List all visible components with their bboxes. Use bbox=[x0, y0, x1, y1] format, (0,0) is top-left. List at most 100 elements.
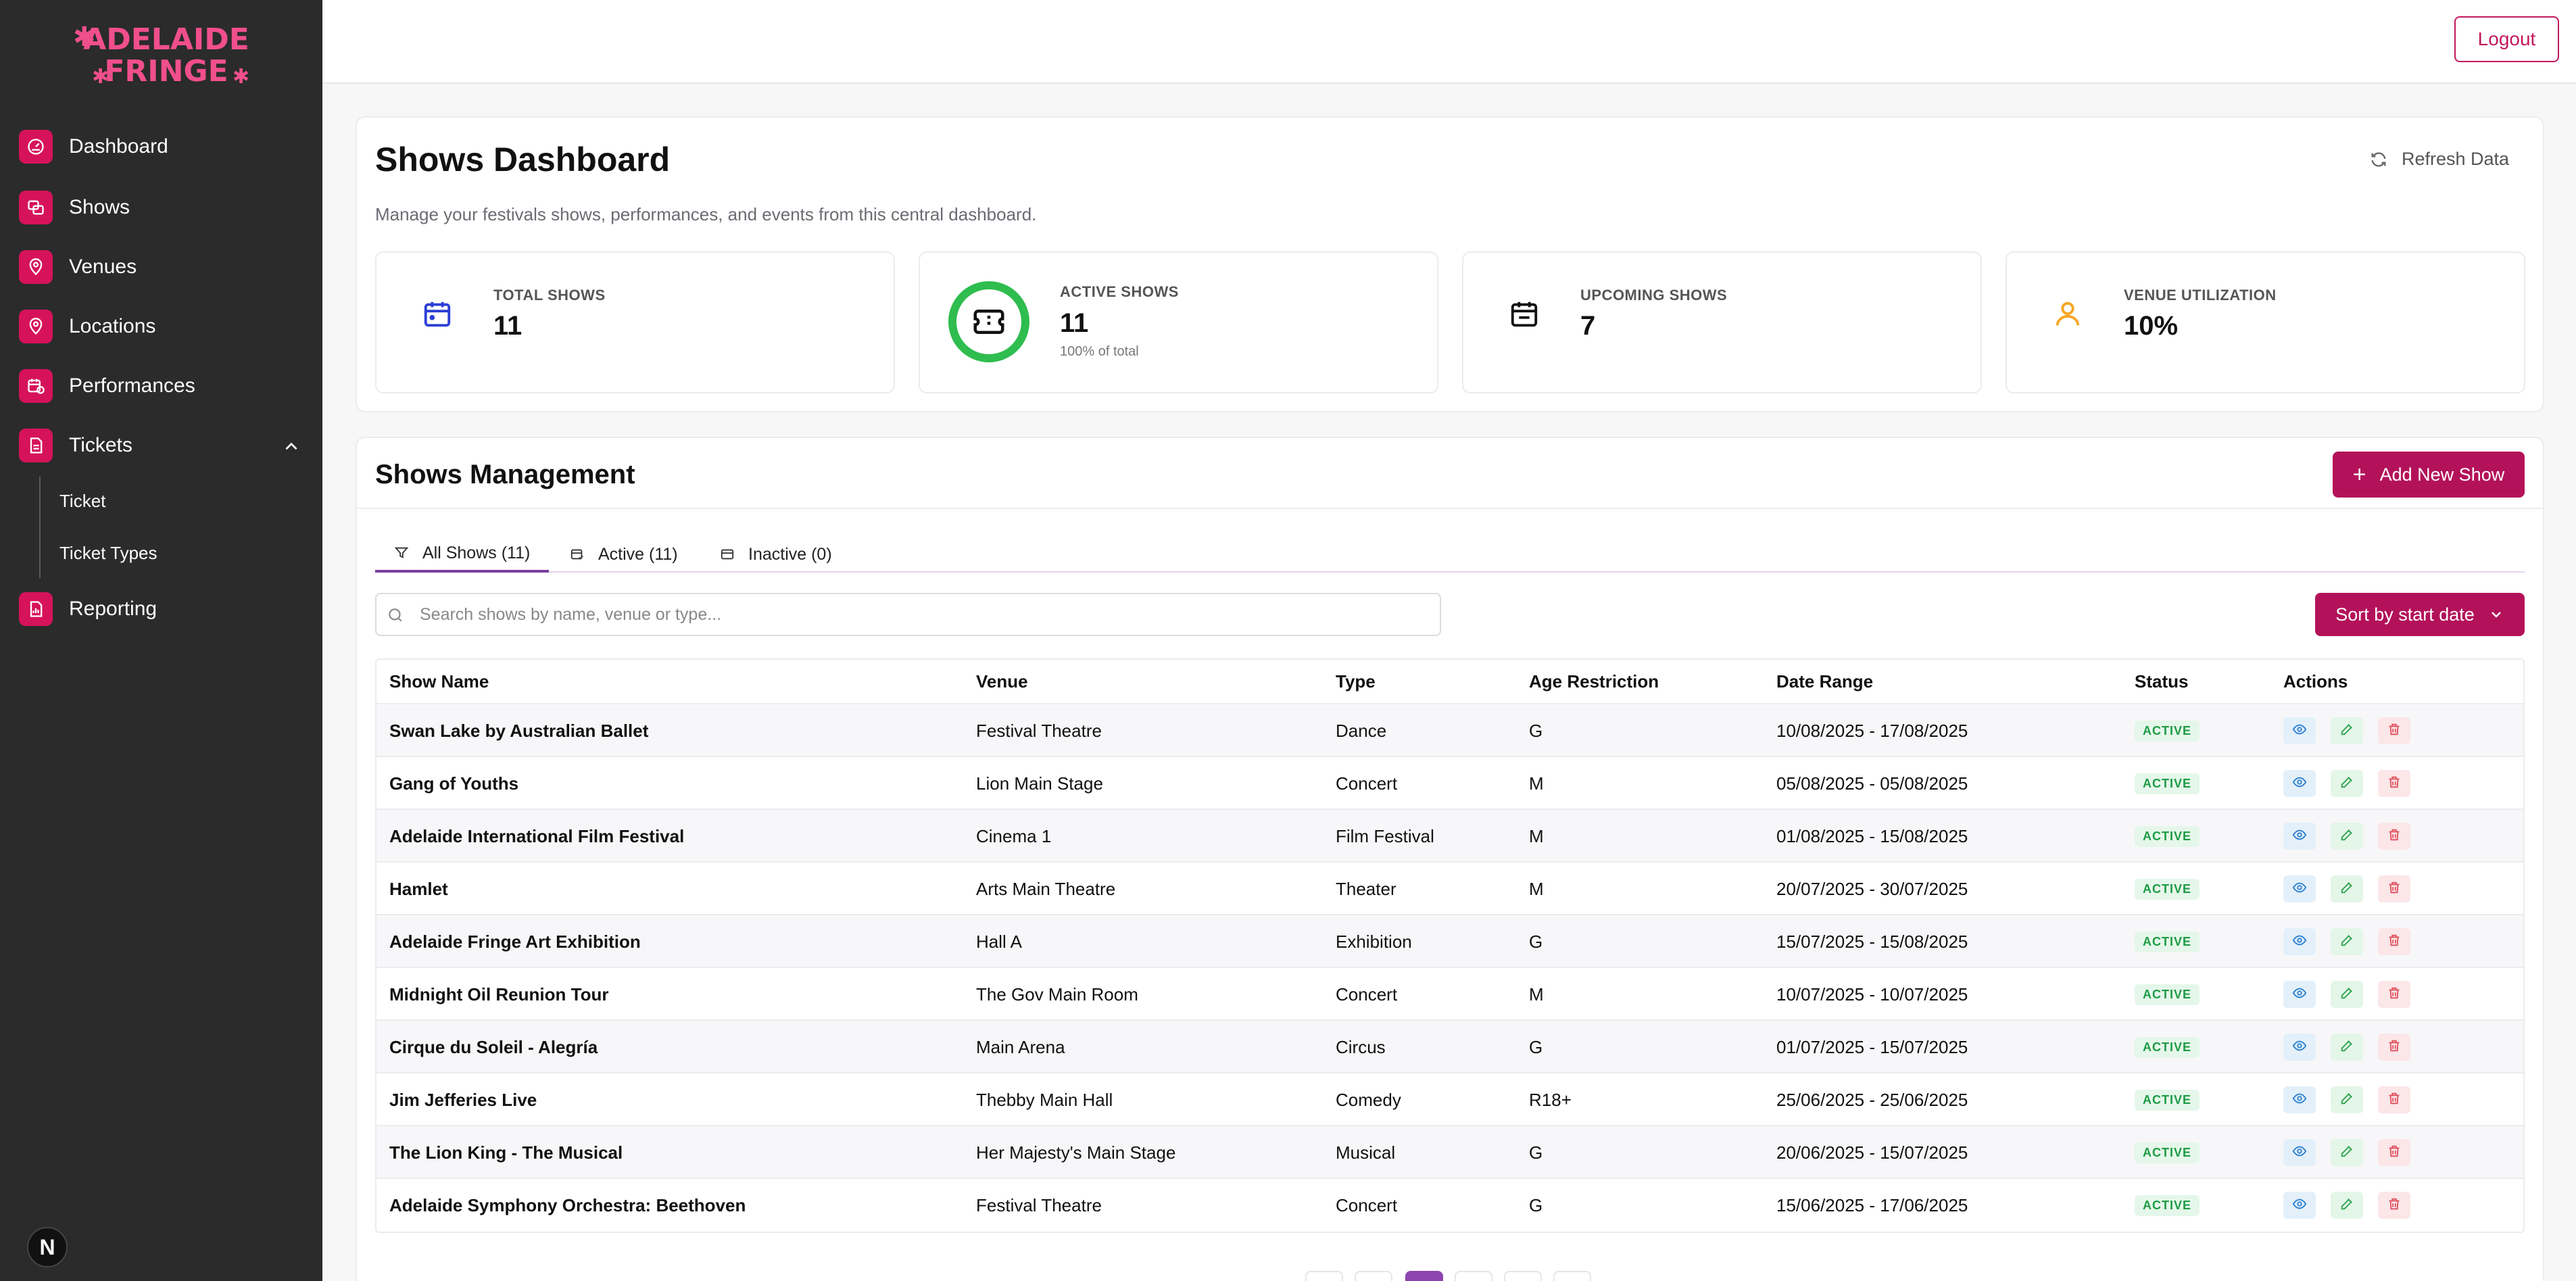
edit-button[interactable] bbox=[2331, 981, 2363, 1008]
type-cell: Concert bbox=[1336, 984, 1398, 1005]
table-row[interactable]: Jim Jefferies Live Thebby Main Hall Comedy… bbox=[376, 1072, 2523, 1125]
column-header[interactable]: Date Range bbox=[1776, 660, 1873, 703]
sidebar-item-label: Dashboard bbox=[69, 135, 168, 158]
pagination-button[interactable] bbox=[1553, 1271, 1591, 1281]
delete-button[interactable] bbox=[2378, 717, 2410, 744]
trash-icon bbox=[2387, 1091, 2402, 1109]
pagination-current-page[interactable] bbox=[1405, 1271, 1443, 1281]
date-range-cell: 10/08/2025 - 17/08/2025 bbox=[1776, 720, 1968, 741]
pagination-button[interactable] bbox=[1455, 1271, 1492, 1281]
logout-button[interactable]: Logout bbox=[2454, 16, 2559, 62]
table-row[interactable]: Adelaide Symphony Orchestra: Beethoven Fe… bbox=[376, 1178, 2523, 1230]
delete-button[interactable] bbox=[2378, 770, 2410, 797]
table-row[interactable]: Hamlet Arts Main Theatre Theater M 20/07/202… bbox=[376, 861, 2523, 915]
table-row[interactable]: Midnight Oil Reunion Tour The Gov Main Ro… bbox=[376, 967, 2523, 1019]
edit-button[interactable] bbox=[2331, 1034, 2363, 1061]
type-cell: Exhibition bbox=[1336, 931, 1412, 952]
show-name-cell: The Lion King - The Musical bbox=[389, 1142, 623, 1163]
table-row[interactable]: The Lion King - The Musical Her Majesty's… bbox=[376, 1125, 2523, 1179]
sort-dropdown-button[interactable]: Sort by start date bbox=[2315, 593, 2525, 636]
show-name-cell: Midnight Oil Reunion Tour bbox=[389, 984, 609, 1005]
ticket-file-icon bbox=[19, 429, 53, 462]
table-row[interactable]: Adelaide Fringe Art Exhibition Hall A Exhi… bbox=[376, 914, 2523, 967]
delete-button[interactable] bbox=[2378, 1086, 2410, 1113]
delete-button[interactable] bbox=[2378, 823, 2410, 850]
trash-icon bbox=[2387, 722, 2402, 740]
edit-button[interactable] bbox=[2331, 928, 2363, 955]
column-header[interactable]: Status bbox=[2135, 660, 2188, 703]
pencil-icon bbox=[2339, 1091, 2354, 1109]
delete-button[interactable] bbox=[2378, 928, 2410, 955]
date-range-cell: 20/06/2025 - 15/07/2025 bbox=[1776, 1142, 1968, 1163]
sidebar-item-venues[interactable]: Venues bbox=[19, 247, 137, 287]
table-row[interactable]: Gang of Youths Lion Main Stage Concert M 05/… bbox=[376, 756, 2523, 808]
type-cell: Comedy bbox=[1336, 1089, 1401, 1110]
view-button[interactable] bbox=[2283, 875, 2316, 902]
delete-button[interactable] bbox=[2378, 981, 2410, 1008]
table-row[interactable]: Cirque du Soleil - Alegría Main Arena Circ… bbox=[376, 1019, 2523, 1072]
tab-all-shows[interactable]: All Shows (11) bbox=[375, 536, 550, 573]
sidebar-item-tickets[interactable]: Tickets bbox=[19, 425, 132, 466]
age-restriction-cell: M bbox=[1529, 984, 1544, 1005]
search-input[interactable] bbox=[375, 593, 1441, 636]
view-button[interactable] bbox=[2283, 823, 2316, 850]
column-header[interactable]: Type bbox=[1336, 660, 1376, 703]
view-button[interactable] bbox=[2283, 1139, 2316, 1166]
view-button[interactable] bbox=[2283, 770, 2316, 797]
sidebar-item-performances[interactable]: Performances bbox=[19, 366, 195, 406]
stat-note: 100% of total bbox=[1060, 344, 1139, 359]
tab-label: All Shows (11) bbox=[422, 543, 531, 562]
status-badge: ACTIVE bbox=[2135, 1142, 2200, 1163]
pagination-button[interactable] bbox=[1355, 1271, 1392, 1281]
next-dev-badge[interactable]: N bbox=[27, 1227, 68, 1267]
map-pin-icon bbox=[19, 250, 53, 284]
refresh-data-button[interactable]: Refresh Data bbox=[2369, 149, 2509, 170]
status-cell: ACTIVE bbox=[2135, 863, 2200, 915]
view-button[interactable] bbox=[2283, 981, 2316, 1008]
column-header[interactable]: Age Restriction bbox=[1529, 660, 1659, 703]
delete-button[interactable] bbox=[2378, 1192, 2410, 1219]
tab-inactive[interactable]: Inactive (0) bbox=[701, 536, 851, 573]
table-row[interactable]: Adelaide International Film Festival Cine… bbox=[376, 808, 2523, 861]
tab-active[interactable]: Active (11) bbox=[551, 536, 697, 573]
edit-button[interactable] bbox=[2331, 823, 2363, 850]
edit-button[interactable] bbox=[2331, 770, 2363, 797]
stat-total-shows: TOTAL SHOWS 11 bbox=[375, 251, 895, 393]
report-icon bbox=[19, 592, 53, 626]
pencil-icon bbox=[2339, 1038, 2354, 1057]
view-button[interactable] bbox=[2283, 928, 2316, 955]
pagination-button[interactable] bbox=[1504, 1271, 1542, 1281]
sidebar-item-locations[interactable]: Locations bbox=[19, 306, 155, 347]
view-button[interactable] bbox=[2283, 1086, 2316, 1113]
view-button[interactable] bbox=[2283, 1192, 2316, 1219]
pagination-button[interactable] bbox=[1305, 1271, 1343, 1281]
view-button[interactable] bbox=[2283, 1034, 2316, 1061]
delete-button[interactable] bbox=[2378, 875, 2410, 902]
edit-button[interactable] bbox=[2331, 717, 2363, 744]
delete-button[interactable] bbox=[2378, 1034, 2410, 1061]
sidebar-subitem-ticket[interactable]: Ticket bbox=[59, 491, 105, 512]
view-button[interactable] bbox=[2283, 717, 2316, 744]
sidebar-item-reporting[interactable]: Reporting bbox=[19, 589, 157, 629]
status-cell: ACTIVE bbox=[2135, 1126, 2200, 1179]
pencil-icon bbox=[2339, 1144, 2354, 1162]
edit-button[interactable] bbox=[2331, 1086, 2363, 1113]
sidebar-item-shows[interactable]: Shows bbox=[19, 187, 130, 228]
column-header[interactable]: Venue bbox=[976, 660, 1028, 703]
table-row[interactable]: Swan Lake by Australian Ballet Festival T… bbox=[376, 703, 2523, 756]
sidebar-item-dashboard[interactable]: Dashboard bbox=[19, 126, 168, 167]
adelaide-fringe-logo[interactable]: ADELAIDE FRINGE ✱ ✱ ✱ bbox=[65, 19, 261, 87]
edit-button[interactable] bbox=[2331, 1139, 2363, 1166]
add-new-show-button[interactable]: + Add New Show bbox=[2333, 452, 2525, 498]
pencil-icon bbox=[2339, 880, 2354, 898]
venue-cell: Her Majesty's Main Stage bbox=[976, 1142, 1176, 1163]
column-header[interactable]: Show Name bbox=[389, 660, 489, 703]
show-name-cell: Adelaide International Film Festival bbox=[389, 825, 685, 846]
edit-button[interactable] bbox=[2331, 1192, 2363, 1219]
chevron-up-icon[interactable] bbox=[283, 438, 300, 456]
delete-button[interactable] bbox=[2378, 1139, 2410, 1166]
tab-label: Inactive (0) bbox=[748, 544, 832, 564]
sidebar-item-label: Tickets bbox=[69, 434, 132, 456]
edit-button[interactable] bbox=[2331, 875, 2363, 902]
sidebar-subitem-ticket-types[interactable]: Ticket Types bbox=[59, 543, 157, 564]
